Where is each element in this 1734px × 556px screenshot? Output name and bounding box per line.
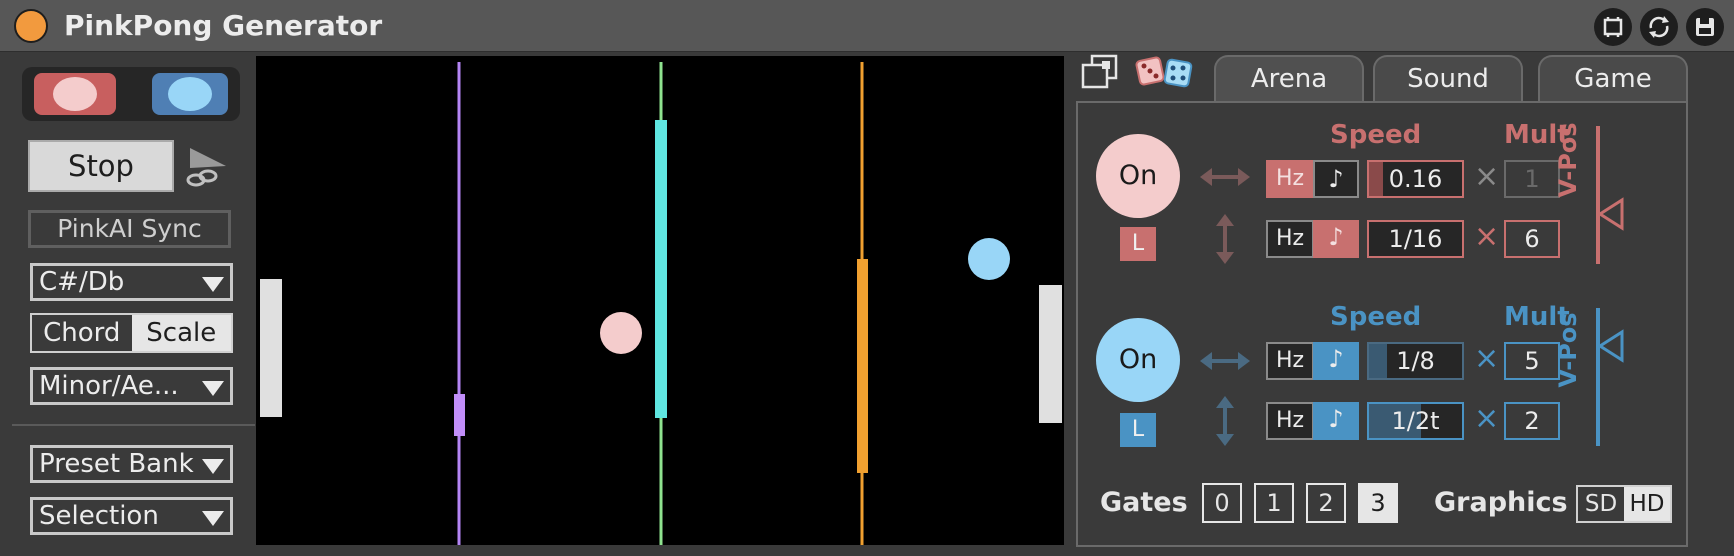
blue-ball	[968, 238, 1010, 280]
chord-option[interactable]: Chord	[32, 315, 132, 351]
gate-1-button[interactable]: 1	[1254, 483, 1294, 523]
pink-vpos-slider[interactable]	[1594, 126, 1624, 264]
selection-label: Selection	[39, 501, 159, 531]
left-paddle	[260, 279, 282, 417]
chevron-down-icon	[202, 459, 224, 474]
blue-speed-header: Speed	[1330, 302, 1422, 332]
save-icon[interactable]	[1686, 8, 1724, 46]
3d-glasses-icon	[18, 63, 244, 125]
horizontal-arrows-icon	[1200, 348, 1250, 374]
hd-option[interactable]: HD	[1624, 487, 1670, 521]
pink-h-mult-value[interactable]: 1	[1504, 160, 1560, 198]
blue-vpos-label: V-Pos	[1554, 312, 1582, 388]
scale-value: Minor/Ae...	[39, 371, 179, 401]
orange-line-fill	[857, 259, 868, 473]
vertical-arrows-icon	[1212, 214, 1238, 264]
pink-v-mult-value[interactable]: 6	[1504, 220, 1560, 258]
gates-label: Gates	[1100, 487, 1188, 518]
device-activator-dot[interactable]	[14, 9, 48, 43]
chord-scale-toggle[interactable]: Chord Scale	[30, 313, 233, 353]
right-paddle	[1039, 285, 1062, 423]
key-dropdown[interactable]: C#/Db	[30, 263, 233, 301]
pink-speed-header: Speed	[1330, 120, 1422, 150]
link-play-icon[interactable]	[186, 146, 230, 192]
pink-v-hz-toggle[interactable]: Hz	[1266, 220, 1314, 258]
dice-icon[interactable]	[1134, 53, 1196, 91]
pong-arena	[256, 56, 1064, 545]
horizontal-arrows-icon	[1200, 164, 1250, 190]
purple-line-fill	[454, 394, 465, 436]
display-icon[interactable]	[1594, 8, 1632, 46]
key-value: C#/Db	[39, 267, 125, 297]
tab-sound[interactable]: Sound	[1373, 55, 1523, 103]
tab-arena[interactable]: Arena	[1214, 55, 1364, 103]
vertical-arrows-icon	[1212, 396, 1238, 446]
blue-h-speed-value[interactable]: 1/8	[1367, 342, 1464, 380]
pink-h-hz-toggle[interactable]: Hz	[1266, 160, 1314, 198]
graphics-quality-toggle[interactable]: SD HD	[1576, 485, 1672, 523]
blue-on-button[interactable]: On	[1096, 318, 1180, 402]
stop-button[interactable]: Stop	[28, 140, 174, 192]
blue-vpos-slider[interactable]	[1594, 308, 1624, 446]
pinkai-sync-button[interactable]: PinkAI Sync	[28, 210, 231, 248]
gate-0-button[interactable]: 0	[1202, 483, 1242, 523]
blue-v-multiply-sign: ×	[1474, 401, 1500, 436]
window-icon[interactable]	[1080, 53, 1120, 91]
pink-ball	[600, 312, 642, 354]
scale-option[interactable]: Scale	[131, 315, 231, 351]
blue-v-note-toggle[interactable]: ♪	[1313, 402, 1359, 440]
chevron-down-icon	[202, 381, 224, 396]
blue-h-mult-value[interactable]: 5	[1504, 342, 1560, 380]
pink-vpos-label: V-Pos	[1554, 122, 1582, 198]
blue-lock-button[interactable]: L	[1120, 413, 1156, 447]
selection-dropdown[interactable]: Selection	[30, 497, 233, 535]
blue-h-note-toggle[interactable]: ♪	[1313, 342, 1359, 380]
pink-h-speed-value[interactable]: 0.16	[1367, 160, 1464, 198]
cyan-line-fill	[655, 120, 667, 418]
pink-v-multiply-sign: ×	[1474, 219, 1500, 254]
tab-game[interactable]: Game	[1538, 55, 1688, 103]
gate-2-button[interactable]: 2	[1306, 483, 1346, 523]
blue-h-multiply-sign: ×	[1474, 341, 1500, 376]
graphics-label: Graphics	[1434, 487, 1568, 518]
chevron-down-icon	[202, 511, 224, 526]
scale-dropdown[interactable]: Minor/Ae...	[30, 367, 233, 405]
pink-v-speed-value[interactable]: 1/16	[1367, 220, 1464, 258]
blue-v-hz-toggle[interactable]: Hz	[1266, 402, 1314, 440]
gate-3-button[interactable]: 3	[1358, 483, 1398, 523]
preset-bank-dropdown[interactable]: Preset Bank	[30, 445, 233, 483]
blue-h-hz-toggle[interactable]: Hz	[1266, 342, 1314, 380]
pink-on-button[interactable]: On	[1096, 134, 1180, 218]
sd-option[interactable]: SD	[1578, 487, 1624, 521]
window-title: PinkPong Generator	[64, 9, 383, 42]
sync-icon[interactable]	[1640, 8, 1678, 46]
pink-lock-button[interactable]: L	[1120, 227, 1156, 261]
chevron-down-icon	[202, 277, 224, 292]
pink-v-note-toggle[interactable]: ♪	[1313, 220, 1359, 258]
pink-h-multiply-sign: ×	[1474, 159, 1500, 194]
blue-v-speed-value[interactable]: 1/2t	[1367, 402, 1464, 440]
preset-bank-label: Preset Bank	[39, 449, 194, 479]
divider	[12, 424, 255, 426]
pink-h-note-toggle[interactable]: ♪	[1313, 160, 1359, 198]
blue-v-mult-value[interactable]: 2	[1504, 402, 1560, 440]
